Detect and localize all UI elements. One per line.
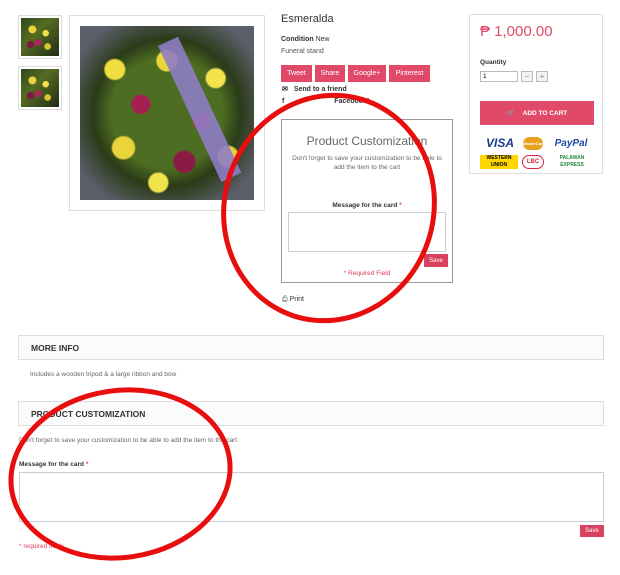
share-button[interactable]: Share — [315, 65, 345, 82]
thumbnail-2[interactable] — [18, 66, 62, 110]
product-condition: Condition New — [281, 36, 330, 43]
pinterest-button[interactable]: Pinterest — [389, 65, 430, 82]
palawan-express-logo: PALAWAN EXPRESS — [559, 155, 585, 168]
cart-icon: 🛒 — [506, 110, 515, 117]
product-title: Esmeralda — [281, 13, 334, 25]
mastercard-logo: MasterCard — [523, 137, 543, 150]
western-union-logo: WESTERN UNION — [480, 155, 518, 169]
paypal-logo: PayPal — [554, 138, 588, 149]
lbc-logo: LBC — [522, 155, 544, 169]
visa-logo: VISA — [485, 136, 514, 150]
thumbnail-1[interactable] — [18, 15, 62, 59]
googleplus-button[interactable]: Google+ — [348, 65, 386, 82]
quantity-input[interactable] — [480, 71, 518, 82]
quantity-label: Quantity — [480, 59, 507, 66]
buy-box: ₱ 1,000.00 Quantity − + 🛒 ADD TO CART VI… — [469, 14, 603, 174]
add-to-cart-button[interactable]: 🛒 ADD TO CART — [480, 101, 594, 125]
product-short-description: Funeral stand — [281, 48, 324, 55]
quantity-plus-button[interactable]: + — [536, 71, 548, 82]
more-info-text: Includes a wooden tripod & a large ribbo… — [30, 371, 177, 378]
price: ₱ 1,000.00 — [480, 23, 553, 40]
more-info-header: MORE INFO — [18, 335, 604, 360]
tweet-button[interactable]: Tweet — [281, 65, 312, 82]
quantity-minus-button[interactable]: − — [521, 71, 533, 82]
envelope-icon: ✉ — [282, 86, 288, 93]
section-save-button[interactable]: Save — [580, 525, 604, 537]
facebook-icon: f — [282, 98, 285, 105]
save-button[interactable]: Save — [424, 254, 448, 267]
